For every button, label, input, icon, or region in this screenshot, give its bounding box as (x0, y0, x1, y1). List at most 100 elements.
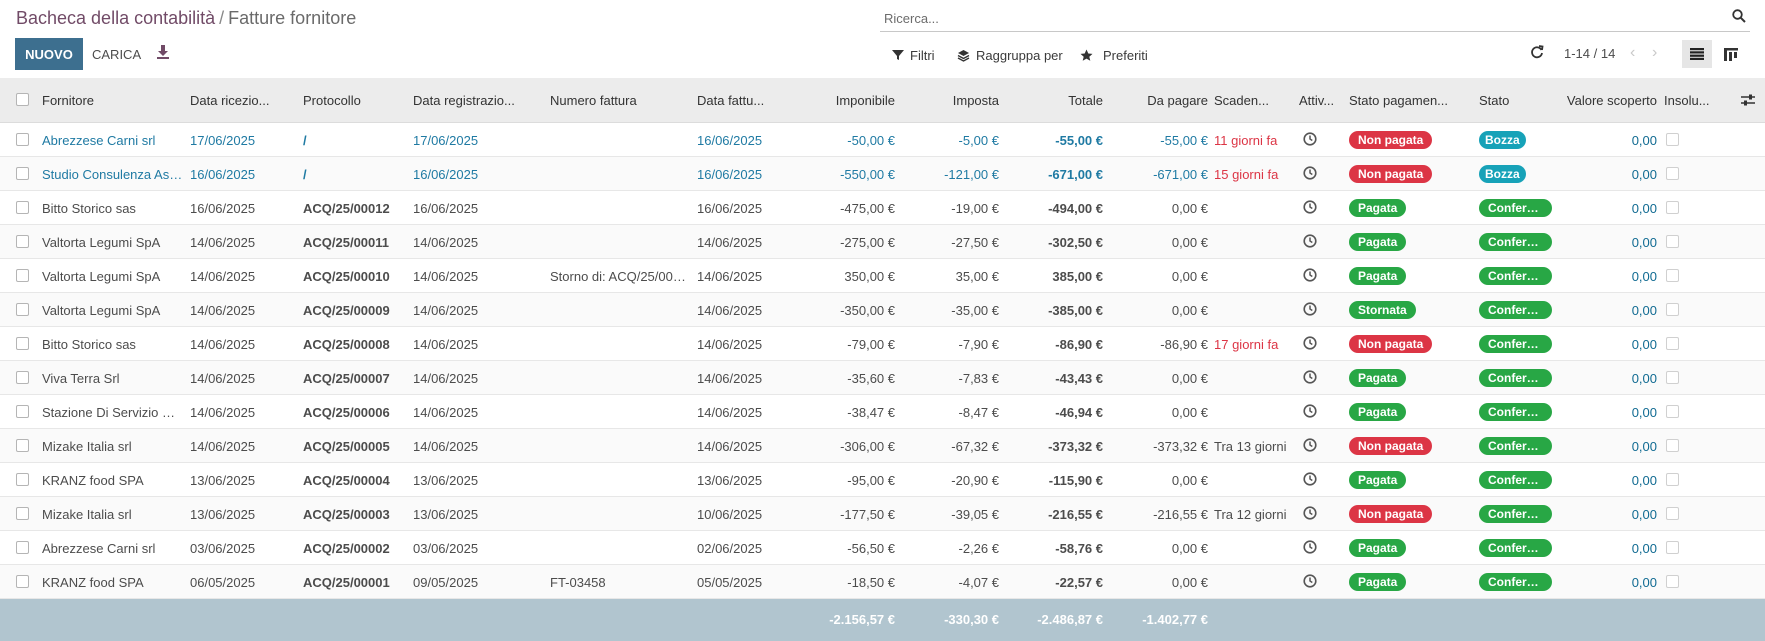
new-button[interactable]: NUOVO (15, 38, 83, 70)
cell-taxable: -35,60 € (847, 371, 895, 386)
search-icon[interactable] (1732, 9, 1748, 25)
column-due[interactable]: Scaden... (1214, 93, 1284, 108)
table-row[interactable]: Bitto Storico sas 16/06/2025 ACQ/25/00012 1… (0, 191, 1765, 225)
cell-total: -385,00 € (1048, 303, 1103, 318)
pager-value[interactable]: 1-14 / 14 (1564, 46, 1615, 61)
table-row[interactable]: Valtorta Legumi SpA 14/06/2025 ACQ/25/0000… (0, 293, 1765, 327)
table-row[interactable]: KRANZ food SPA 06/05/2025 ACQ/25/00001 09/0… (0, 565, 1765, 599)
table-row[interactable]: Valtorta Legumi SpA 14/06/2025 ACQ/25/0001… (0, 259, 1765, 293)
column-activity[interactable]: Attiv... (1299, 93, 1341, 108)
kanban-icon (1724, 47, 1738, 61)
row-checkbox[interactable] (16, 269, 29, 282)
total-to-pay: -1.402,77 € (1142, 612, 1208, 627)
column-uncovered[interactable]: Valore scoperto (1545, 93, 1657, 108)
activity-clock-icon[interactable] (1303, 506, 1318, 521)
activity-clock-icon[interactable] (1303, 540, 1318, 555)
optional-columns-icon[interactable] (1741, 93, 1755, 110)
cell-total: -22,57 € (1055, 575, 1103, 590)
download-icon[interactable] (156, 44, 172, 62)
cell-uncovered: 0,00 (1631, 405, 1657, 420)
breadcrumb-parent[interactable]: Bacheca della contabilità (16, 8, 215, 28)
column-invoice-date[interactable]: Data fattu... (697, 93, 777, 108)
activity-clock-icon[interactable] (1303, 132, 1318, 147)
row-checkbox[interactable] (16, 337, 29, 350)
activity-clock-icon[interactable] (1303, 268, 1318, 283)
cell-to-pay: -671,00 € (1153, 167, 1208, 182)
row-checkbox[interactable] (16, 201, 29, 214)
cell-registered: 14/06/2025 (413, 405, 479, 420)
cell-taxable: -56,50 € (847, 541, 895, 556)
cell-to-pay: 0,00 € (1171, 269, 1208, 284)
list-view-button[interactable] (1682, 40, 1712, 68)
row-checkbox[interactable] (16, 371, 29, 384)
cell-protocol: ACQ/25/00010 (303, 269, 390, 284)
cell-to-pay: -216,55 € (1153, 507, 1208, 522)
payment-state-badge: Non pagata (1349, 335, 1433, 353)
pager-previous-icon[interactable]: ‹ (1630, 44, 1635, 62)
search-input[interactable] (884, 8, 1704, 28)
table-row[interactable]: Bitto Storico sas 14/06/2025 ACQ/25/00008 1… (0, 327, 1765, 361)
filters-button[interactable]: Filtri (892, 46, 935, 64)
column-registered[interactable]: Data registrazio... (413, 93, 533, 108)
table-row[interactable]: Viva Terra Srl 14/06/2025 ACQ/25/00007 14/0… (0, 361, 1765, 395)
table-row[interactable]: Valtorta Legumi SpA 14/06/2025 ACQ/25/0001… (0, 225, 1765, 259)
column-unpaid[interactable]: Insolu... (1664, 93, 1714, 108)
cell-taxable: -18,50 € (847, 575, 895, 590)
pager-next-icon[interactable]: › (1652, 44, 1657, 62)
column-tax[interactable]: Imposta (900, 93, 999, 108)
column-state[interactable]: Stato (1479, 93, 1539, 108)
column-protocol[interactable]: Protocollo (303, 93, 403, 108)
cell-protocol: ACQ/25/00012 (303, 201, 390, 216)
column-to-pay[interactable]: Da pagare (1108, 93, 1208, 108)
row-checkbox[interactable] (16, 167, 29, 180)
cell-vendor: Viva Terra Srl (42, 371, 120, 386)
table-row[interactable]: Abrezzese Carni srl 03/06/2025 ACQ/25/0000… (0, 531, 1765, 565)
row-checkbox[interactable] (16, 507, 29, 520)
column-total[interactable]: Totale (1005, 93, 1103, 108)
row-checkbox[interactable] (16, 439, 29, 452)
column-vendor[interactable]: Fornitore (42, 93, 162, 108)
cell-to-pay: 0,00 € (1171, 405, 1208, 420)
column-taxable[interactable]: Imponibile (790, 93, 895, 108)
activity-clock-icon[interactable] (1303, 404, 1318, 419)
row-checkbox[interactable] (16, 405, 29, 418)
activity-clock-icon[interactable] (1303, 166, 1318, 181)
table-row[interactable]: Mizake Italia srl 14/06/2025 ACQ/25/00005 1… (0, 429, 1765, 463)
activity-clock-icon[interactable] (1303, 302, 1318, 317)
activity-clock-icon[interactable] (1303, 574, 1318, 589)
column-received[interactable]: Data ricezio... (190, 93, 290, 108)
kanban-view-button[interactable] (1716, 40, 1746, 68)
cell-received: 14/06/2025 (190, 303, 256, 318)
state-badge: Conferm... (1479, 369, 1552, 387)
table-row[interactable]: Mizake Italia srl 13/06/2025 ACQ/25/00003 1… (0, 497, 1765, 531)
state-badge: Conferm... (1479, 335, 1552, 353)
activity-clock-icon[interactable] (1303, 472, 1318, 487)
table-row[interactable]: Studio Consulenza Ass... 16/06/2025 / 16/06… (0, 157, 1765, 191)
activity-clock-icon[interactable] (1303, 234, 1318, 249)
refresh-icon[interactable] (1530, 45, 1546, 61)
row-checkbox[interactable] (16, 575, 29, 588)
column-payment-state[interactable]: Stato pagamen... (1349, 93, 1461, 108)
select-all-checkbox[interactable] (16, 93, 29, 106)
table-row[interactable]: KRANZ food SPA 13/06/2025 ACQ/25/00004 13/0… (0, 463, 1765, 497)
activity-clock-icon[interactable] (1303, 438, 1318, 453)
cell-received: 14/06/2025 (190, 269, 256, 284)
state-badge: Conferm... (1479, 539, 1552, 557)
table-row[interactable]: Stazione Di Servizio Di... 14/06/2025 ACQ/… (0, 395, 1765, 429)
activity-clock-icon[interactable] (1303, 370, 1318, 385)
activity-clock-icon[interactable] (1303, 336, 1318, 351)
row-checkbox[interactable] (16, 133, 29, 146)
row-checkbox[interactable] (16, 303, 29, 316)
column-invoice-number[interactable]: Numero fattura (550, 93, 680, 108)
activity-clock-icon[interactable] (1303, 200, 1318, 215)
row-checkbox[interactable] (16, 541, 29, 554)
cell-received: 13/06/2025 (190, 507, 256, 522)
row-checkbox[interactable] (16, 235, 29, 248)
upload-button[interactable]: CARICA (84, 38, 149, 70)
group-by-button[interactable]: Raggruppa per (957, 46, 1063, 64)
row-checkbox[interactable] (16, 473, 29, 486)
cell-protocol: ACQ/25/00003 (303, 507, 390, 522)
favorites-button[interactable]: Preferiti (1080, 46, 1148, 64)
table-row[interactable]: Abrezzese Carni srl 17/06/2025 / 17/06/2025… (0, 123, 1765, 157)
state-badge: Bozza (1479, 165, 1526, 183)
